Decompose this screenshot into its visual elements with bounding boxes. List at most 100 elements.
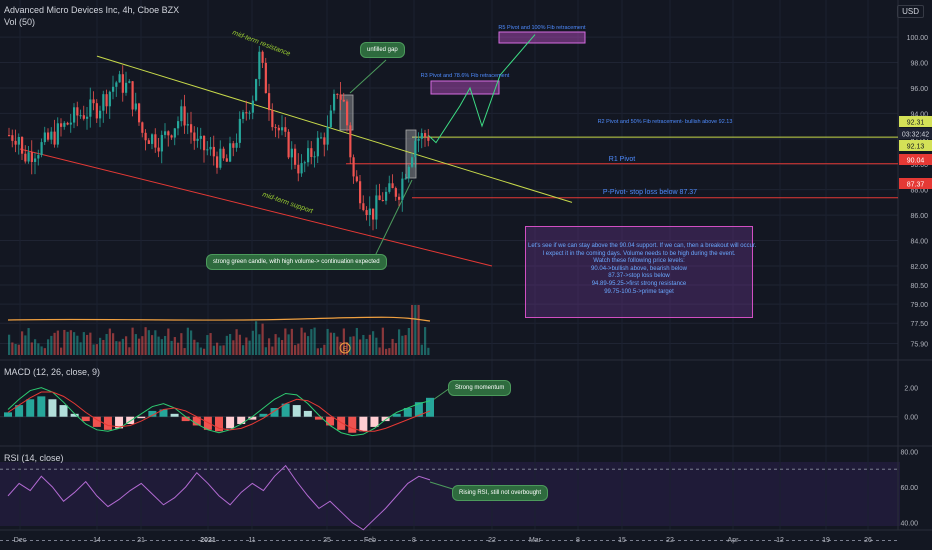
candle-body-48 xyxy=(164,131,167,135)
rsi-band-fill xyxy=(0,462,900,526)
analysis-note-line-5: 94.89-95.25->first strong resistance xyxy=(591,280,687,287)
rsi-callout: Rising RSI, still not overbought xyxy=(452,485,549,501)
r1-pivot-label: R1 Pivot xyxy=(609,156,636,163)
rsi-indicator-label[interactable]: RSI (14, close) xyxy=(4,453,64,463)
time-tick-label-15: 19 xyxy=(822,537,830,544)
volume-indicator-label[interactable]: Vol (50) xyxy=(4,17,35,27)
volume-bar-79 xyxy=(264,347,267,355)
volume-bar-87 xyxy=(290,328,293,355)
candle-body-38 xyxy=(131,81,134,110)
candle-body-120 xyxy=(398,196,401,200)
candle-body-77 xyxy=(258,51,261,80)
candle-body-59 xyxy=(199,135,202,139)
candle-body-23 xyxy=(82,115,85,119)
candle-body-14 xyxy=(53,131,56,145)
candle-body-73 xyxy=(245,112,248,114)
macd-hist-bar-7 xyxy=(81,416,90,422)
macd-hist-bar-29 xyxy=(326,416,335,426)
candle-body-7 xyxy=(30,152,33,162)
macd-indicator-label[interactable]: MACD (12, 26, close, 9) xyxy=(4,367,100,377)
analysis-note-line-2: Watch these following price levels: xyxy=(593,258,685,265)
candle-body-89 xyxy=(297,164,300,174)
analysis-notes-box: Let's see if we can stay above the 90.04… xyxy=(525,226,756,318)
candle-body-50 xyxy=(170,135,173,138)
time-tick-label-1: 14 xyxy=(93,537,101,544)
volume-bar-2 xyxy=(14,343,17,355)
volume-bar-122 xyxy=(404,335,407,355)
candle-body-5 xyxy=(24,153,27,162)
volume-bar-124 xyxy=(411,305,414,355)
volume-bar-20 xyxy=(73,332,76,355)
volume-bar-24 xyxy=(86,334,89,355)
volume-bar-86 xyxy=(287,334,290,355)
candle-body-25 xyxy=(89,99,92,117)
candle-body-123 xyxy=(407,166,410,179)
volume-bar-106 xyxy=(352,336,355,355)
candle-body-102 xyxy=(339,94,342,100)
green-candle-callout: strong green candle, with high volume-> … xyxy=(206,254,387,270)
candle-body-18 xyxy=(66,122,69,125)
volume-bar-47 xyxy=(160,339,163,355)
volume-bar-99 xyxy=(329,332,332,355)
volume-bar-116 xyxy=(385,348,388,355)
volume-bar-36 xyxy=(125,336,128,355)
volume-bar-57 xyxy=(193,339,196,355)
volume-bar-90 xyxy=(300,327,303,355)
volume-bar-82 xyxy=(274,334,277,355)
volume-bar-30 xyxy=(105,333,108,355)
volume-bar-113 xyxy=(375,337,378,355)
candle-body-93 xyxy=(310,148,313,157)
time-tick-label-10: 8 xyxy=(576,537,580,544)
volume-bar-66 xyxy=(222,345,225,355)
candle-body-80 xyxy=(268,93,271,111)
candle-body-8 xyxy=(34,158,37,162)
candle-body-67 xyxy=(225,158,228,162)
candle-body-33 xyxy=(115,82,118,87)
candle-body-62 xyxy=(209,146,212,150)
candle-body-101 xyxy=(336,93,339,95)
candle-body-15 xyxy=(56,123,59,145)
price-badge-2: 92.13 xyxy=(907,144,925,151)
currency-label[interactable]: USD xyxy=(897,5,924,18)
candle-body-92 xyxy=(307,148,310,163)
volume-bar-108 xyxy=(359,339,362,355)
macd-hist-bar-30 xyxy=(337,416,346,430)
volume-bar-11 xyxy=(43,348,46,355)
candle-body-94 xyxy=(313,156,316,158)
volume-bar-107 xyxy=(355,327,358,355)
candle-body-84 xyxy=(281,127,284,131)
candle-body-68 xyxy=(229,143,232,162)
volume-bar-61 xyxy=(206,335,209,355)
macd-tick-label-1: 2.00 xyxy=(904,386,918,393)
price-tick-label-12: 98.00 xyxy=(910,61,928,68)
volume-bar-85 xyxy=(284,328,287,355)
volume-bar-38 xyxy=(131,327,134,355)
volume-bar-44 xyxy=(151,335,154,355)
volume-bar-126 xyxy=(417,305,420,355)
candle-body-71 xyxy=(238,118,241,143)
candle-body-117 xyxy=(388,183,391,192)
p-pivot-label: P-Pivot- stop loss below 87.37 xyxy=(603,189,697,196)
volume-bar-32 xyxy=(112,333,115,355)
analysis-note-line-1: I expect it in the coming days. Volume n… xyxy=(542,250,736,257)
candle-body-47 xyxy=(160,134,163,152)
price-chart[interactable]: 75.9077.5079.0080.5082.0084.0086.0088.00… xyxy=(0,0,932,550)
price-tick-label-5: 84.00 xyxy=(910,239,928,246)
price-tick-label-0: 75.90 xyxy=(910,342,928,349)
candle-body-53 xyxy=(180,106,183,122)
volume-bar-98 xyxy=(326,328,329,355)
chart-title: Advanced Micro Devices Inc, 4h, Cboe BZX xyxy=(4,5,180,15)
candle-body-81 xyxy=(271,110,274,128)
price-tick-label-11: 96.00 xyxy=(910,86,928,93)
candle-body-74 xyxy=(248,112,251,114)
price-tick-label-4: 82.00 xyxy=(910,264,928,271)
volume-bar-59 xyxy=(199,347,202,355)
time-tick-label-2: 21 xyxy=(137,537,145,544)
volume-bar-12 xyxy=(47,339,50,355)
rsi-tick-label-2: 80.00 xyxy=(900,449,918,456)
macd-hist-bar-0 xyxy=(4,412,12,417)
time-tick-label-4: 11 xyxy=(248,537,255,544)
candle-body-12 xyxy=(47,132,50,140)
strong-momentum-callout: Strong momentum xyxy=(448,380,512,396)
analysis-note-line-3: 90.04->bullish above, bearish below xyxy=(591,265,687,272)
